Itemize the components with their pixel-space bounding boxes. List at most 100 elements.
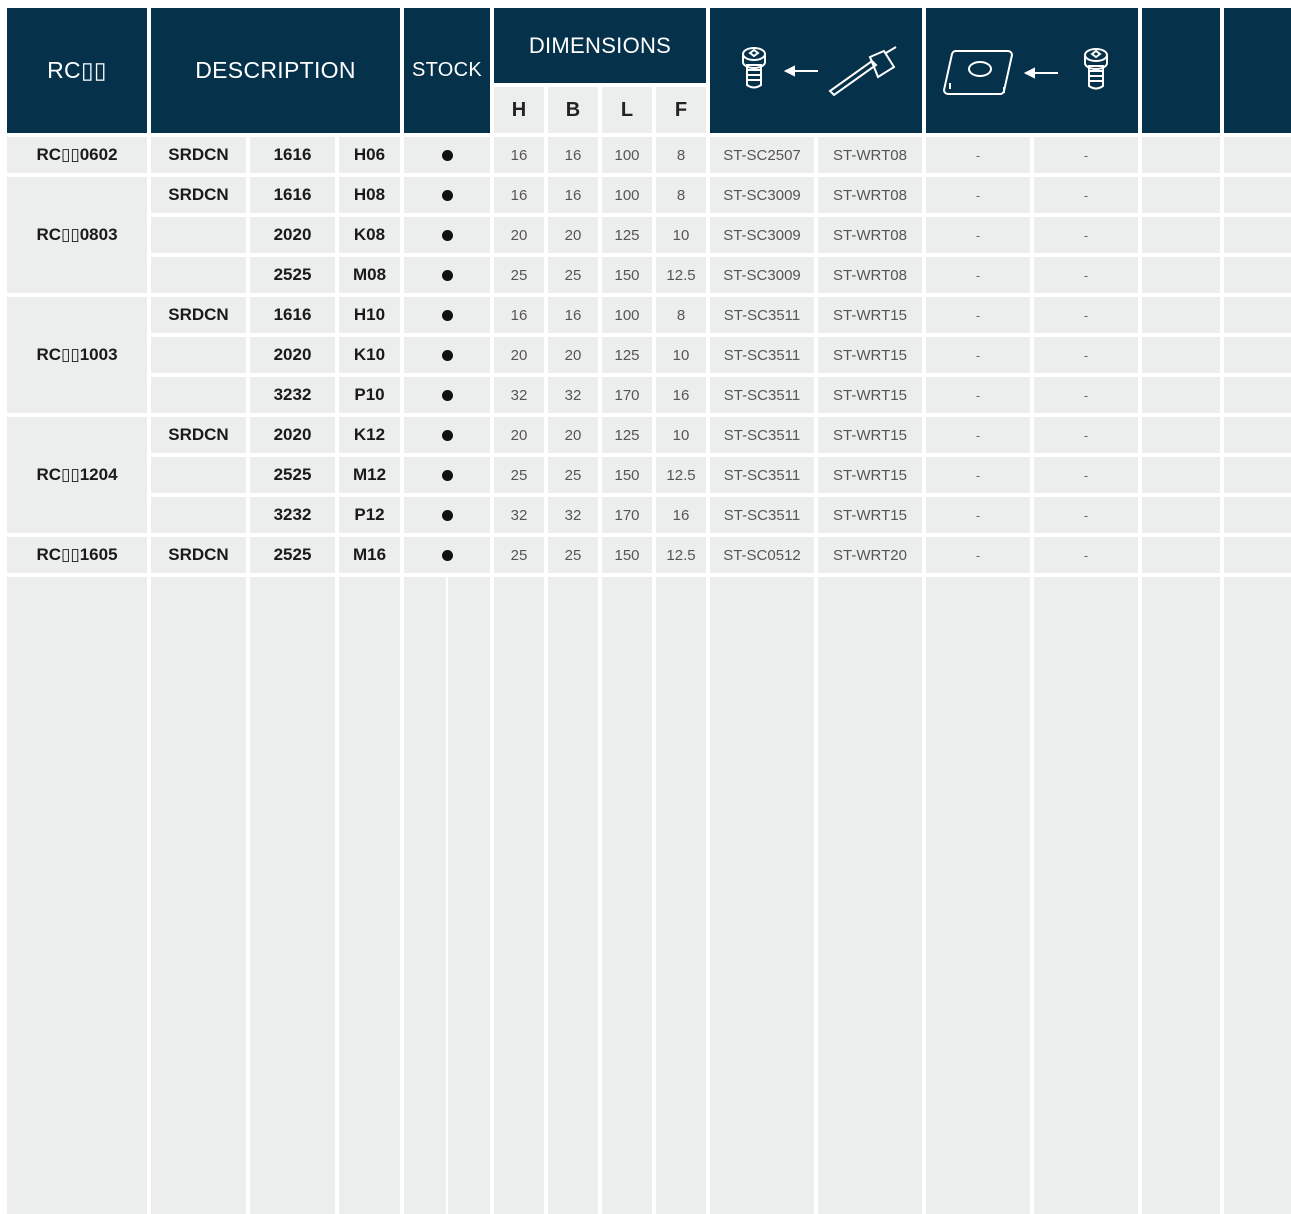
cell-key: ST-WRT15 xyxy=(818,497,922,533)
cell-screw: ST-SC3009 xyxy=(710,177,814,213)
cell-size-value: 2020 xyxy=(273,345,312,364)
cell-B: 32 xyxy=(548,497,598,533)
cell-L: 125 xyxy=(602,217,652,253)
empty-column-area xyxy=(339,577,400,1214)
cell-suffix: H10 xyxy=(339,297,400,333)
cell-B-value: 20 xyxy=(564,426,582,444)
in-stock-dot-icon xyxy=(441,189,453,201)
cell-c1: - xyxy=(926,177,1030,213)
cell-L-value: 170 xyxy=(614,386,640,404)
header-dim-h: H xyxy=(494,87,544,133)
cell-c1-value: - xyxy=(975,547,981,563)
cell-stock xyxy=(404,457,490,493)
cell-screw: ST-SC0512 xyxy=(710,537,814,573)
cell-B: 20 xyxy=(548,417,598,453)
cell-suffix-value: M12 xyxy=(352,465,387,484)
cell-key-value: ST-WRT08 xyxy=(833,146,907,164)
header-dim-l: L xyxy=(602,87,652,133)
cell-L-value: 100 xyxy=(614,186,640,204)
cell-F-value: 10 xyxy=(672,426,690,444)
cell-screw: ST-SC3009 xyxy=(710,257,814,293)
cell-e2 xyxy=(1224,417,1291,453)
cell-c2-value: - xyxy=(1083,187,1089,203)
cell-size-value: 1616 xyxy=(273,185,312,204)
cell-screw: ST-SC3511 xyxy=(710,337,814,373)
cell-c1-value: - xyxy=(975,507,981,523)
cell-F-value: 12.5 xyxy=(666,466,696,484)
cell-L-value: 150 xyxy=(614,466,640,484)
cell-e1 xyxy=(1142,537,1220,573)
header-code-label: RC▯▯ xyxy=(47,57,107,83)
cell-F: 16 xyxy=(656,497,706,533)
cell-key-value: ST-WRT08 xyxy=(833,266,907,284)
cell-H-value: 20 xyxy=(510,346,528,364)
in-stock-dot-icon xyxy=(441,309,453,321)
cell-F-value: 10 xyxy=(672,226,690,244)
empty-column-area xyxy=(656,577,706,1214)
header-extra-1 xyxy=(1142,8,1220,133)
cell-e1 xyxy=(1142,217,1220,253)
cell-B-value: 25 xyxy=(564,266,582,284)
cell-c2: - xyxy=(1034,457,1138,493)
cell-c1: - xyxy=(926,417,1030,453)
cell-c2: - xyxy=(1034,257,1138,293)
cell-key: ST-WRT15 xyxy=(818,297,922,333)
cell-type: SRDCN xyxy=(151,177,246,213)
cell-B-value: 25 xyxy=(564,466,582,484)
cell-stock xyxy=(404,537,490,573)
cell-type-value: SRDCN xyxy=(168,185,229,204)
cell-c1-value: - xyxy=(975,307,981,323)
cell-B-value: 32 xyxy=(564,506,582,524)
cell-key-value: ST-WRT15 xyxy=(833,306,907,324)
cell-size-value: 2525 xyxy=(273,545,312,564)
cell-key: ST-WRT15 xyxy=(818,377,922,413)
cell-L: 150 xyxy=(602,457,652,493)
cell-L-value: 170 xyxy=(614,506,640,524)
cell-H: 25 xyxy=(494,457,544,493)
cell-size-value: 3232 xyxy=(273,505,312,524)
cell-screw-value: ST-SC3511 xyxy=(723,506,801,524)
cell-c2-value: - xyxy=(1083,267,1089,283)
cell-B-value: 16 xyxy=(564,146,582,164)
cell-c2: - xyxy=(1034,137,1138,173)
cell-size-value: 2020 xyxy=(273,425,312,444)
cell-F: 16 xyxy=(656,377,706,413)
cell-type xyxy=(151,217,246,253)
cell-size-value: 2525 xyxy=(273,465,312,484)
cell-suffix-value: K10 xyxy=(353,345,386,364)
cell-size: 2525 xyxy=(250,537,335,573)
cell-B: 20 xyxy=(548,217,598,253)
cell-suffix: P12 xyxy=(339,497,400,533)
cell-suffix: M08 xyxy=(339,257,400,293)
cell-size: 2020 xyxy=(250,217,335,253)
header-dim-f: F xyxy=(656,87,706,133)
empty-column-area xyxy=(1034,577,1138,1214)
cell-type xyxy=(151,457,246,493)
cell-e2 xyxy=(1224,257,1291,293)
cell-key-value: ST-WRT20 xyxy=(833,546,907,564)
cell-size: 1616 xyxy=(250,297,335,333)
cell-L: 125 xyxy=(602,337,652,373)
cell-stock xyxy=(404,377,490,413)
cell-H-value: 16 xyxy=(510,146,528,164)
product-code-cell: RC▯▯1003 xyxy=(7,297,147,413)
product-code: RC▯▯0602 xyxy=(36,145,118,164)
cell-L-value: 150 xyxy=(614,266,640,284)
cell-stock xyxy=(404,297,490,333)
cell-suffix: K08 xyxy=(339,217,400,253)
cell-H: 20 xyxy=(494,337,544,373)
cell-B: 16 xyxy=(548,137,598,173)
cell-H-value: 16 xyxy=(510,186,528,204)
cell-e1 xyxy=(1142,417,1220,453)
cell-type: SRDCN xyxy=(151,537,246,573)
cell-H-value: 20 xyxy=(510,426,528,444)
cell-H-value: 20 xyxy=(510,226,528,244)
cell-e1 xyxy=(1142,297,1220,333)
cell-suffix-value: M08 xyxy=(352,265,387,284)
cell-type: SRDCN xyxy=(151,137,246,173)
product-code: RC▯▯0803 xyxy=(36,225,118,244)
cell-c2: - xyxy=(1034,297,1138,333)
cell-type xyxy=(151,337,246,373)
empty-column-area xyxy=(404,577,446,1214)
cell-F-value: 12.5 xyxy=(666,266,696,284)
